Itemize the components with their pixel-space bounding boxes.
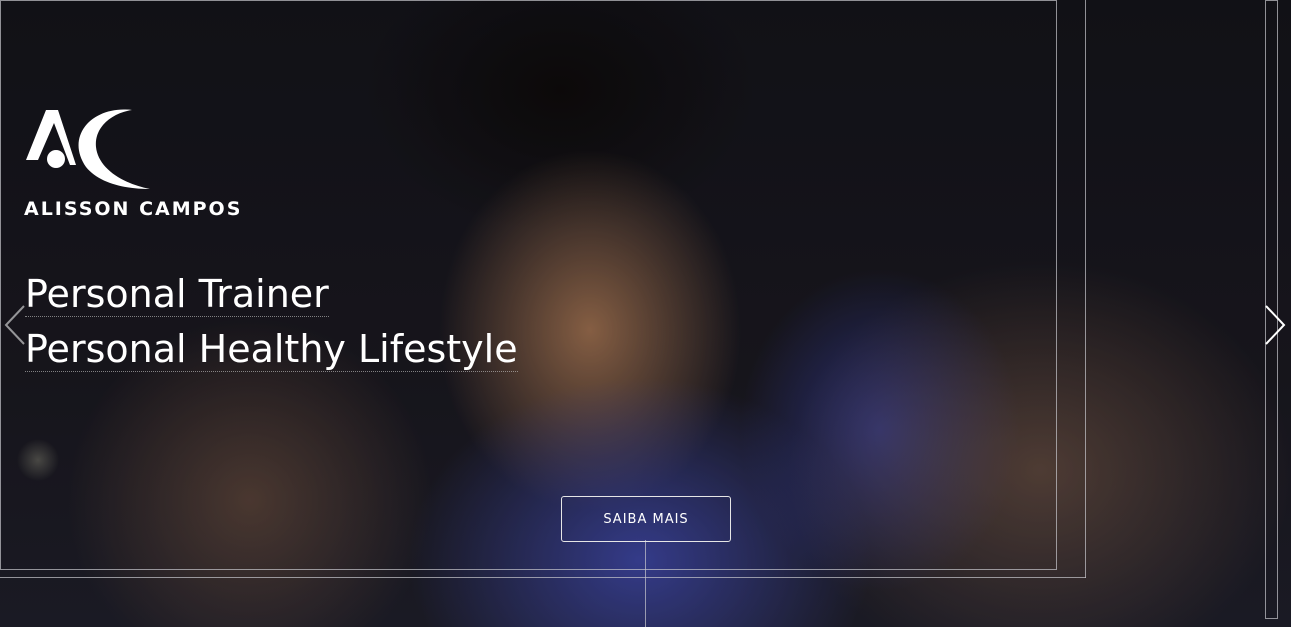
hero-slider: ALISSON CAMPOS Personal Trainer Personal…	[0, 0, 1291, 627]
logo-text: ALISSON CAMPOS	[24, 198, 243, 220]
slider-prev-button[interactable]	[0, 300, 30, 350]
ac-logo-icon	[26, 109, 150, 189]
chevron-right-icon	[1265, 305, 1286, 345]
slider-next-button[interactable]	[1260, 300, 1290, 350]
hero-headline-primary: Personal Trainer	[25, 272, 329, 317]
hero-headline-secondary: Personal Healthy Lifestyle	[25, 327, 518, 372]
brand-logo[interactable]: ALISSON CAMPOS	[24, 105, 274, 220]
chevron-left-icon	[4, 305, 25, 345]
saiba-mais-button[interactable]: SAIBA MAIS	[561, 496, 731, 542]
